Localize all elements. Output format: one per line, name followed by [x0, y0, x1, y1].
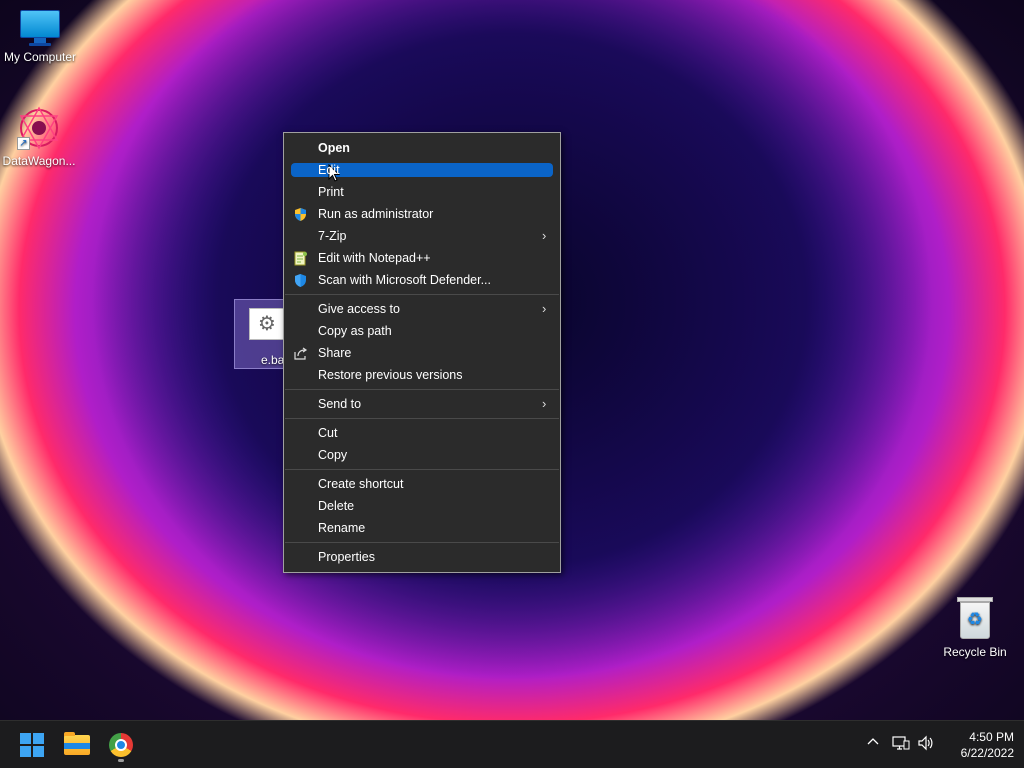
menu-item-label: Properties	[318, 550, 375, 564]
menu-item-copy-as-path[interactable]: Copy as path	[284, 320, 560, 342]
desktop-icon-label: Recycle Bin	[943, 645, 1007, 659]
menu-item-label: Edit	[318, 163, 340, 177]
datawagon-logo-icon: ↗	[17, 106, 61, 150]
menu-item-properties[interactable]: Properties	[284, 546, 560, 568]
menu-item-label: Restore previous versions	[318, 368, 463, 382]
menu-item-label: Print	[318, 185, 344, 199]
menu-separator	[285, 542, 559, 543]
menu-item-restore-versions[interactable]: Restore previous versions	[284, 364, 560, 386]
menu-separator	[285, 294, 559, 295]
desktop-icon-label: DataWagon...	[2, 154, 76, 168]
notepadpp-icon	[293, 251, 308, 266]
monitor-icon	[20, 10, 60, 46]
menu-item-label: Run as administrator	[318, 207, 434, 221]
gear-file-icon: ⚙	[249, 308, 285, 340]
menu-item-label: Open	[318, 141, 350, 155]
bat-file-desktop-icon[interactable]: ⚙ e.bat	[234, 299, 290, 369]
menu-item-give-access[interactable]: Give access to ›	[284, 298, 560, 320]
volume-icon[interactable]	[917, 735, 935, 754]
chevron-up-icon[interactable]	[866, 735, 880, 752]
folder-icon	[64, 732, 90, 755]
menu-item-label: Give access to	[318, 302, 400, 316]
recycle-bin-icon: ♻	[957, 597, 993, 639]
menu-item-label: Delete	[318, 499, 355, 513]
menu-item-rename[interactable]: Rename	[284, 517, 560, 539]
recycle-bin-desktop-icon[interactable]: ♻ Recycle Bin	[940, 597, 1010, 659]
menu-item-edit[interactable]: Edit	[284, 159, 560, 181]
menu-item-print[interactable]: Print	[284, 181, 560, 203]
clock-date: 6/22/2022	[960, 746, 1014, 760]
menu-item-label: Create shortcut	[318, 477, 404, 491]
menu-item-label: 7-Zip	[318, 229, 347, 243]
desktop-icon-label: My Computer	[3, 50, 77, 64]
uac-shield-icon	[293, 207, 308, 222]
menu-item-label: Copy as path	[318, 324, 392, 338]
context-menu: Open Edit Print Run as administrator 7-Z…	[283, 132, 561, 573]
chrome-button[interactable]	[105, 729, 137, 762]
menu-item-create-shortcut[interactable]: Create shortcut	[284, 473, 560, 495]
datawagon-desktop-icon[interactable]: ↗ DataWagon...	[0, 106, 79, 168]
shortcut-arrow-icon: ↗	[17, 137, 30, 150]
menu-item-label: Send to	[318, 397, 362, 411]
file-explorer-button[interactable]	[61, 729, 93, 761]
windows-logo-icon	[20, 733, 44, 757]
menu-item-scan-defender[interactable]: Scan with Microsoft Defender...	[284, 269, 560, 291]
my-computer-desktop-icon[interactable]: My Computer	[0, 10, 80, 64]
menu-item-delete[interactable]: Delete	[284, 495, 560, 517]
menu-separator	[285, 389, 559, 390]
menu-item-run-as-admin[interactable]: Run as administrator	[284, 203, 560, 225]
menu-item-label: Cut	[318, 426, 338, 440]
running-indicator	[118, 759, 124, 762]
network-icon[interactable]	[892, 735, 910, 754]
clock-time: 4:50 PM	[969, 730, 1014, 744]
menu-item-label: Scan with Microsoft Defender...	[318, 273, 491, 287]
menu-item-label: Copy	[318, 448, 348, 462]
menu-separator	[285, 469, 559, 470]
menu-item-label: Edit with Notepad++	[318, 251, 431, 265]
menu-item-share[interactable]: Share	[284, 342, 560, 364]
menu-separator	[285, 418, 559, 419]
chevron-right-icon: ›	[542, 228, 547, 243]
menu-item-open[interactable]: Open	[284, 137, 560, 159]
clock[interactable]: 4:50 PM 6/22/2022	[938, 729, 1014, 761]
chevron-right-icon: ›	[542, 301, 547, 316]
menu-item-label: Share	[318, 346, 352, 360]
menu-item-label: Rename	[318, 521, 366, 535]
defender-shield-icon	[293, 273, 308, 288]
menu-item-send-to[interactable]: Send to ›	[284, 393, 560, 415]
menu-item-cut[interactable]: Cut	[284, 422, 560, 444]
menu-item-copy[interactable]: Copy	[284, 444, 560, 466]
menu-item-7zip[interactable]: 7-Zip ›	[284, 225, 560, 247]
share-icon	[293, 346, 308, 361]
taskbar: 4:50 PM 6/22/2022	[0, 720, 1024, 768]
start-button[interactable]	[16, 729, 48, 761]
chrome-icon	[109, 733, 133, 757]
chevron-right-icon: ›	[542, 396, 547, 411]
menu-item-edit-notepadpp[interactable]: Edit with Notepad++	[284, 247, 560, 269]
